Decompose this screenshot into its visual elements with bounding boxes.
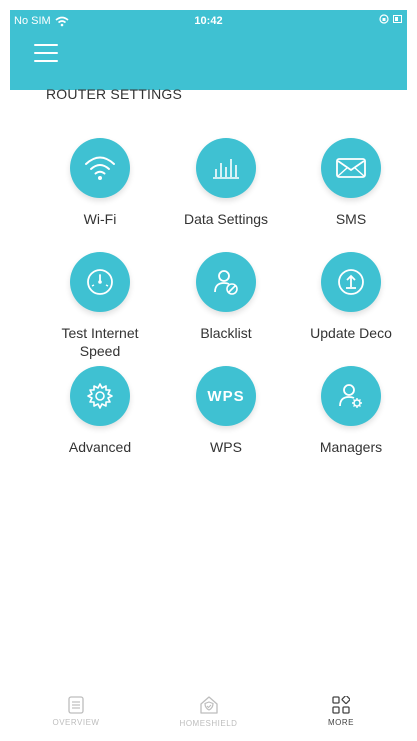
menu-line	[34, 60, 58, 62]
tile-test-internet-speed[interactable]: Test Internet Speed	[40, 252, 160, 360]
nav-overview[interactable]: OVERVIEW	[10, 695, 142, 727]
gear-icon	[87, 383, 113, 409]
tile-blacklist[interactable]: Blacklist	[166, 252, 286, 342]
section-title: ROUTER SETTINGS	[46, 86, 183, 102]
grid-icon	[332, 695, 350, 714]
tile-label: Blacklist	[200, 325, 252, 341]
wps-icon: WPS	[207, 387, 245, 405]
tile-managers[interactable]: Managers	[291, 366, 411, 456]
tile-sms[interactable]: SMS	[291, 138, 411, 228]
header-bar: No SIM 10:42	[10, 10, 407, 90]
home-shield-icon	[199, 695, 218, 714]
tile-label: WPS	[210, 439, 242, 455]
nav-label: OVERVIEW	[52, 717, 100, 727]
tile-label: Data Settings	[183, 211, 269, 227]
tile-label: Update Deco	[310, 325, 392, 341]
user-gear-icon	[339, 384, 362, 408]
tile-label: Wi-Fi	[83, 211, 117, 227]
speedometer-icon	[87, 269, 113, 295]
tile-data-settings[interactable]: Data Settings	[166, 138, 286, 228]
tile-advanced[interactable]: Advanced	[40, 366, 160, 456]
nav-homeshield[interactable]: HOMESHIELD	[143, 695, 275, 728]
tile-wifi[interactable]: Wi-Fi	[40, 138, 160, 228]
tile-label: Managers	[319, 439, 383, 455]
document-icon	[68, 695, 84, 714]
nav-label: MORE	[328, 717, 354, 727]
tile-label: Advanced	[68, 439, 132, 455]
nav-more[interactable]: MORE	[275, 695, 407, 727]
tile-label: Test Internet Speed	[61, 325, 139, 359]
battery-icon	[393, 15, 402, 23]
wifi-icon	[85, 156, 115, 180]
menu-line	[34, 44, 58, 46]
bottom-navigation: OVERVIEW HOMESHIELD MORE	[10, 681, 407, 741]
tile-update-deco[interactable]: Update Deco	[291, 252, 411, 342]
menu-line	[34, 52, 58, 54]
rotation-lock-icon	[379, 14, 389, 24]
tile-wps[interactable]: WPS WPS	[166, 366, 286, 456]
status-bar: No SIM 10:42	[10, 10, 407, 34]
tile-label: SMS	[335, 211, 367, 227]
hamburger-menu-button[interactable]	[34, 44, 58, 62]
upload-icon	[338, 269, 364, 295]
envelope-icon	[336, 158, 366, 178]
user-blocked-icon	[214, 270, 238, 295]
clock: 10:42	[194, 15, 223, 27]
bar-chart-icon	[213, 159, 239, 179]
nav-label: HOMESHIELD	[179, 718, 238, 728]
